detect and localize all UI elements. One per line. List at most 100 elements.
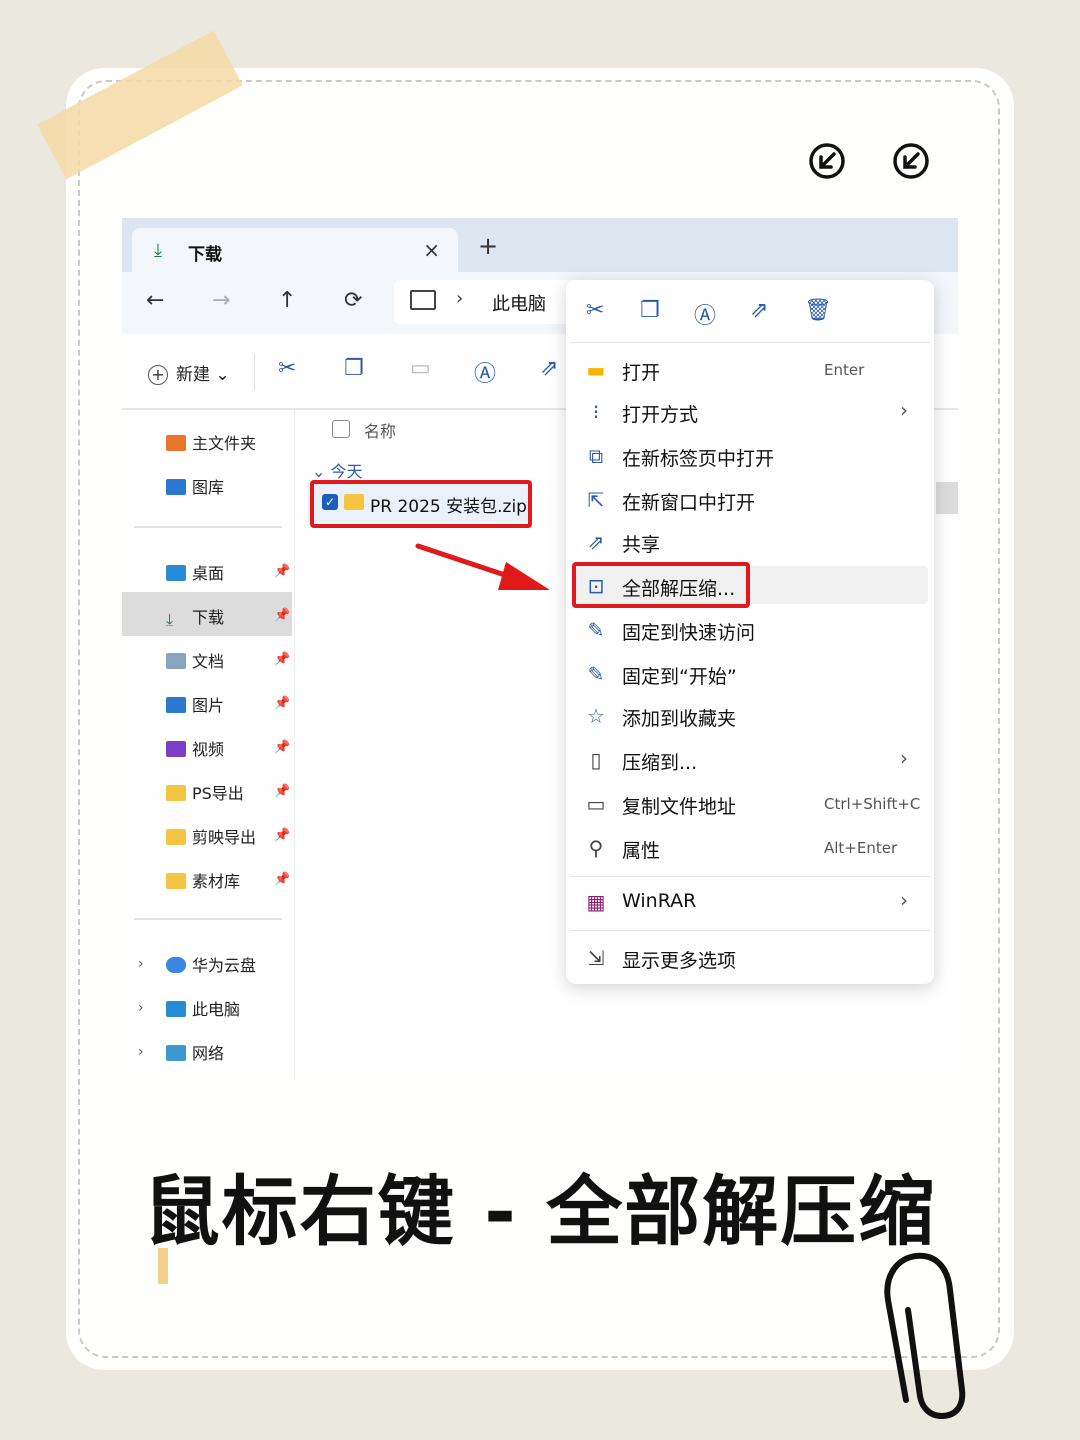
copy-icon[interactable]: ❐ bbox=[640, 298, 660, 323]
sidebar-item-label: 视频 bbox=[192, 740, 225, 759]
sidebar-item-label: 图片 bbox=[192, 696, 225, 715]
new-window-icon: ⇱ bbox=[587, 488, 605, 512]
sidebar-item-ps-export[interactable]: PS导出 bbox=[166, 780, 244, 804]
sidebar-item-videos[interactable]: 视频 bbox=[166, 736, 224, 760]
pin-icon: 📌 bbox=[274, 784, 291, 799]
menu-item-label: 固定到“开始” bbox=[622, 666, 737, 688]
sidebar-item-label: PS导出 bbox=[192, 784, 244, 803]
new-tab-icon: ⧉ bbox=[588, 444, 604, 468]
rename-icon[interactable]: Ⓐ bbox=[474, 356, 496, 388]
sidebar-item-home[interactable]: 主文件夹 bbox=[166, 430, 256, 454]
divider bbox=[254, 354, 255, 390]
menu-item-label: 显示更多选项 bbox=[622, 950, 737, 972]
menu-item-share[interactable]: ⇗ 共享 bbox=[566, 522, 934, 562]
pin-icon: ✎ bbox=[587, 618, 605, 642]
menu-item-open[interactable]: ▬ 打开 Enter bbox=[566, 350, 934, 390]
sidebar-item-assets[interactable]: 素材库 bbox=[166, 868, 240, 892]
sidebar-item-label: 下载 bbox=[192, 608, 225, 627]
tab-downloads[interactable]: ⤓ 下载 × bbox=[132, 228, 458, 272]
menu-item-label: 在新标签页中打开 bbox=[622, 448, 775, 470]
pin-icon: 📌 bbox=[274, 740, 291, 755]
divider bbox=[570, 342, 930, 343]
download-icon: ⤓ bbox=[166, 610, 174, 629]
folder-open-icon: ▬ bbox=[586, 358, 606, 382]
arrow-circle-icon bbox=[809, 143, 845, 179]
menu-item-pin-start[interactable]: ✎ 固定到“开始” bbox=[566, 654, 934, 694]
column-header-name[interactable]: 名称 bbox=[364, 418, 396, 442]
sidebar-item-jianying-export[interactable]: 剪映导出 bbox=[166, 824, 256, 848]
chevron-down-icon: ⌄ bbox=[312, 462, 326, 481]
group-label: 今天 bbox=[330, 462, 363, 481]
menu-item-shortcut: Alt+Enter bbox=[824, 839, 898, 857]
menu-item-label: 固定到快速访问 bbox=[622, 622, 756, 644]
close-tab-button[interactable]: × bbox=[423, 238, 440, 262]
menu-item-copy-path[interactable]: ▭ 复制文件地址 Ctrl+Shift+C bbox=[566, 784, 934, 824]
menu-item-shortcut: Ctrl+Shift+C bbox=[824, 795, 921, 813]
sidebar-item-network[interactable]: 网络 bbox=[166, 1040, 224, 1064]
menu-item-open-new-window[interactable]: ⇱ 在新窗口中打开 bbox=[566, 480, 934, 520]
menu-item-compress-to[interactable]: ▯ 压缩到... › bbox=[566, 740, 934, 780]
sidebar-item-huawei-cloud[interactable]: 华为云盘 bbox=[166, 952, 256, 976]
open-with-icon: ⁝ bbox=[592, 400, 600, 424]
sidebar-item-pictures[interactable]: 图片 bbox=[166, 692, 224, 716]
copy-path-icon: ▭ bbox=[586, 792, 606, 816]
pin-icon: 📌 bbox=[274, 608, 291, 623]
expand-icon[interactable]: › bbox=[138, 956, 144, 972]
menu-item-winrar[interactable]: ▦ WinRAR › bbox=[566, 882, 934, 922]
menu-item-open-with[interactable]: ⁝ 打开方式 › bbox=[566, 392, 934, 432]
navigation-pane: 主文件夹 图库 桌面 ⤓ 下载 文档 图片 视频 PS导出 剪映导出 素材库 📌 … bbox=[122, 410, 295, 1080]
sidebar-item-gallery[interactable]: 图库 bbox=[166, 474, 224, 498]
select-all-checkbox[interactable] bbox=[332, 420, 350, 438]
sidebar-item-label: 华为云盘 bbox=[192, 956, 257, 975]
paste-icon[interactable]: ▭ bbox=[410, 356, 431, 381]
arrow-circle-icon bbox=[893, 143, 929, 179]
copy-icon[interactable]: ❐ bbox=[344, 356, 364, 381]
rename-icon[interactable]: Ⓐ bbox=[694, 298, 716, 330]
cut-icon[interactable]: ✂ bbox=[278, 356, 296, 381]
delete-icon[interactable]: 🗑 bbox=[804, 298, 832, 323]
chevron-right-icon: › bbox=[900, 888, 908, 912]
new-button[interactable]: + 新建 ⌄ bbox=[148, 360, 230, 385]
menu-item-properties[interactable]: ⚲ 属性 Alt+Enter bbox=[566, 828, 934, 868]
forward-button[interactable]: → bbox=[212, 288, 230, 313]
menu-highlight-box bbox=[572, 562, 750, 608]
menu-item-open-new-tab[interactable]: ⧉ 在新标签页中打开 bbox=[566, 436, 934, 476]
sidebar-item-this-pc[interactable]: 此电脑 bbox=[166, 996, 240, 1020]
share-icon[interactable]: ⇗ bbox=[750, 298, 768, 323]
group-header[interactable]: ⌄ 今天 bbox=[312, 458, 363, 482]
sidebar-item-label: 剪映导出 bbox=[192, 828, 257, 847]
divider bbox=[134, 918, 282, 920]
menu-item-add-favorites[interactable]: ☆ 添加到收藏夹 bbox=[566, 696, 934, 736]
menu-item-label: WinRAR bbox=[622, 890, 697, 912]
new-tab-button[interactable]: + bbox=[478, 232, 498, 260]
up-button[interactable]: ↑ bbox=[278, 288, 296, 313]
sidebar-item-label: 主文件夹 bbox=[192, 434, 257, 453]
back-button[interactable]: ← bbox=[146, 288, 164, 313]
menu-item-label: 压缩到... bbox=[622, 752, 698, 774]
pc-icon bbox=[410, 290, 436, 310]
desktop-icon bbox=[166, 565, 186, 581]
video-icon bbox=[166, 741, 186, 757]
share-icon[interactable]: ⇗ bbox=[540, 356, 558, 381]
divider bbox=[570, 930, 930, 931]
menu-item-pin-quick-access[interactable]: ✎ 固定到快速访问 bbox=[566, 610, 934, 650]
menu-item-more-options[interactable]: ⇲ 显示更多选项 bbox=[566, 938, 934, 978]
pc-icon bbox=[166, 1001, 186, 1017]
paperclip-icon bbox=[884, 1252, 966, 1420]
expand-icon[interactable]: › bbox=[138, 1000, 144, 1016]
menu-item-label: 打开方式 bbox=[622, 404, 699, 426]
sidebar-item-label: 此电脑 bbox=[192, 1000, 241, 1019]
sidebar-item-label: 图库 bbox=[192, 478, 225, 497]
expand-icon[interactable]: › bbox=[138, 1044, 144, 1060]
gallery-icon bbox=[166, 479, 186, 495]
network-icon bbox=[166, 1045, 186, 1061]
sidebar-item-desktop[interactable]: 桌面 bbox=[166, 560, 224, 584]
cut-icon[interactable]: ✂ bbox=[586, 298, 604, 323]
sidebar-item-documents[interactable]: 文档 bbox=[166, 648, 224, 672]
sidebar-item-label: 网络 bbox=[192, 1044, 225, 1063]
pin-icon: 📌 bbox=[274, 652, 291, 667]
menu-item-label: 在新窗口中打开 bbox=[622, 492, 756, 514]
refresh-button[interactable]: ⟳ bbox=[344, 288, 362, 313]
sidebar-item-downloads[interactable]: ⤓ 下载 bbox=[166, 604, 224, 628]
breadcrumb[interactable]: 此电脑 bbox=[492, 290, 546, 316]
